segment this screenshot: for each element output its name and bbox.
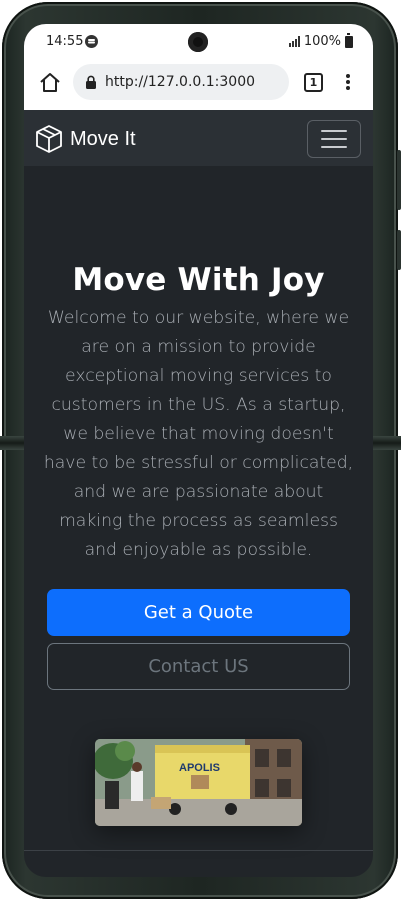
- moving-photo: APOLIS: [95, 739, 302, 826]
- truck-text: APOLIS: [179, 762, 220, 774]
- brand-link[interactable]: Move It: [34, 124, 136, 154]
- front-camera: [188, 32, 208, 52]
- contact-us-button[interactable]: Contact US: [47, 643, 350, 690]
- hero-description: Welcome to our website, where we are on …: [43, 308, 354, 560]
- brand-name: Move It: [70, 127, 136, 150]
- status-bar: 14:55 100%: [24, 24, 373, 58]
- tabs-icon[interactable]: 1: [304, 73, 323, 92]
- url-text: http://127.0.0.1:3000: [105, 74, 256, 90]
- browser-toolbar: http://127.0.0.1:3000 1: [24, 58, 373, 110]
- signal-icon: [288, 36, 300, 47]
- lock-icon: [86, 75, 96, 89]
- spotify-icon: [85, 35, 98, 48]
- section-divider: [24, 850, 373, 851]
- power-button: [397, 230, 401, 270]
- get-quote-button[interactable]: Get a Quote: [47, 589, 350, 636]
- home-icon[interactable]: [38, 71, 62, 95]
- battery-icon: [345, 32, 353, 48]
- box-icon: [36, 125, 62, 153]
- phone-screen: 14:55 100% http://127.0.0.1:3000 1 Move …: [24, 24, 373, 877]
- status-time: 14:55: [46, 34, 84, 49]
- overflow-menu-icon[interactable]: [345, 72, 351, 92]
- app-navbar: Move It: [24, 110, 373, 166]
- volume-button: [397, 150, 401, 210]
- address-bar[interactable]: http://127.0.0.1:3000: [73, 64, 289, 100]
- hamburger-icon[interactable]: [307, 120, 361, 158]
- battery-percent: 100%: [303, 34, 341, 49]
- hero-title: Move With Joy: [72, 262, 325, 298]
- hero-section: Move With Joy Welcome to our website, wh…: [24, 166, 373, 690]
